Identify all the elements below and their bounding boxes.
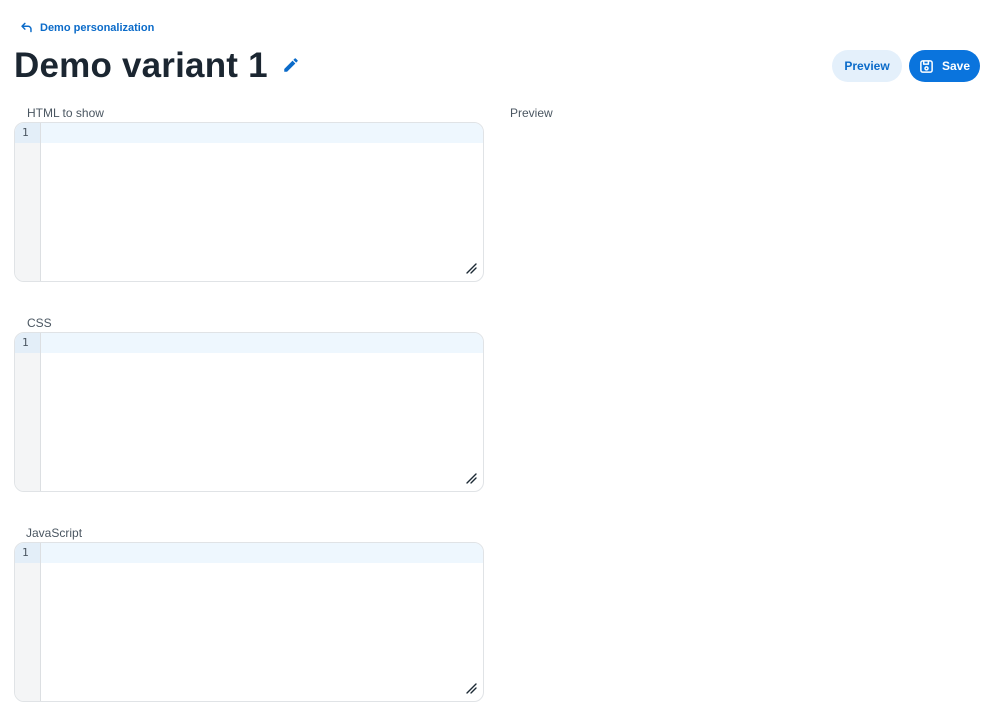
html-code-editor[interactable]: 1 xyxy=(14,122,484,282)
line-number-gutter xyxy=(15,123,41,281)
line-number: 1 xyxy=(22,546,29,559)
active-line-highlight xyxy=(15,123,483,143)
page-title: Demo variant 1 xyxy=(14,46,268,85)
back-link-label: Demo personalization xyxy=(40,21,155,34)
css-code-editor[interactable]: 1 xyxy=(14,332,484,492)
javascript-code-editor[interactable]: 1 xyxy=(14,542,484,702)
save-button[interactable]: Save xyxy=(909,50,980,82)
active-line-highlight xyxy=(15,333,483,353)
resize-handle-icon[interactable] xyxy=(466,473,477,484)
preview-panel-label: Preview xyxy=(510,106,553,120)
css-editor-label: CSS xyxy=(27,316,52,330)
line-number: 1 xyxy=(22,126,29,139)
floppy-disk-icon xyxy=(920,59,933,73)
back-arrow-icon xyxy=(21,22,32,33)
save-button-label: Save xyxy=(941,59,971,73)
html-editor-label: HTML to show xyxy=(27,106,104,120)
active-line-highlight xyxy=(15,543,483,563)
pencil-icon[interactable] xyxy=(282,56,300,74)
resize-handle-icon[interactable] xyxy=(466,263,477,274)
javascript-editor-label: JavaScript xyxy=(26,526,83,540)
line-number-gutter xyxy=(15,333,41,491)
resize-handle-icon[interactable] xyxy=(466,683,477,694)
back-link[interactable]: Demo personalization xyxy=(20,21,154,34)
preview-button[interactable]: Preview xyxy=(832,50,902,82)
line-number-gutter xyxy=(15,543,41,701)
title-row: Demo variant 1 xyxy=(14,44,300,88)
header-actions: Preview Save xyxy=(832,50,980,82)
line-number: 1 xyxy=(22,336,29,349)
